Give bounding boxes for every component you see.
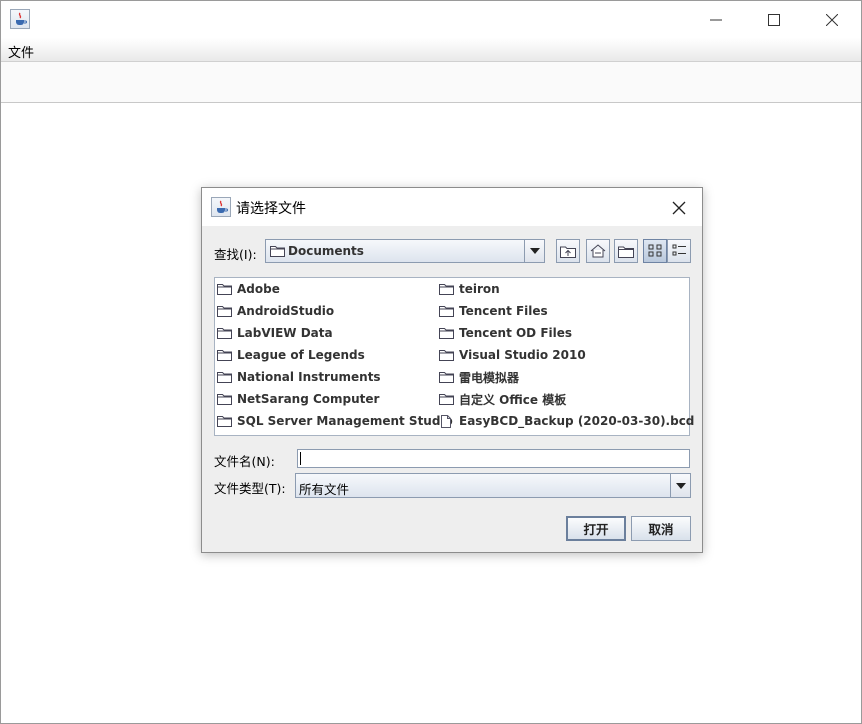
list-item[interactable]: AndroidStudio [217,302,334,320]
list-item[interactable]: SQL Server Management Studio [217,412,453,430]
new-folder-button[interactable] [614,239,638,263]
maximize-icon [768,13,780,26]
list-item[interactable]: Visual Studio 2010 [439,346,586,364]
list-item[interactable]: NetSarang Computer [217,390,379,408]
cancel-button[interactable]: 取消 [631,516,691,541]
list-item-label: Tencent OD Files [459,326,573,340]
folder-icon [439,305,454,317]
look-in-dropdown-button[interactable] [524,240,544,262]
folder-icon [439,283,454,295]
menu-file[interactable]: 文件 [8,42,34,61]
minimize-button[interactable] [687,1,745,38]
look-in-combo[interactable]: Documents [265,239,545,263]
toolbar-area [1,62,861,103]
list-item-label: SQL Server Management Studio [237,414,453,428]
list-item-label: AndroidStudio [237,304,335,318]
list-item-label: teiron [459,282,500,296]
list-item[interactable]: EasyBCD_Backup (2020-03-30).bcd [439,412,694,430]
list-item-label: NetSarang Computer [237,392,380,406]
list-item[interactable]: Tencent Files [439,302,548,320]
file-name-label: 文件名(N): [214,454,275,469]
chevron-down-icon [675,482,686,489]
dialog-close-button[interactable] [668,197,690,219]
close-icon [826,13,838,26]
list-item[interactable]: League of Legends [217,346,365,364]
file-type-label: 文件类型(T): [214,481,286,496]
home-button[interactable] [586,239,610,263]
list-item-label: Tencent Files [459,304,548,318]
up-one-level-button[interactable] [556,239,580,263]
list-item-label: Visual Studio 2010 [459,348,586,362]
new-folder-icon [618,246,634,258]
text-caret [300,452,301,465]
maximize-button[interactable] [745,1,803,38]
minimize-icon [710,19,722,20]
look-in-label: 查找(I): [214,247,257,262]
list-item-label: 雷电模拟器 [459,370,520,385]
folder-icon [217,283,232,295]
folder-icon [217,415,232,427]
file-type-value: 所有文件 [299,482,350,497]
file-list[interactable]: Adobe AndroidStudio LabVIEW Data League of … [214,277,694,436]
dialog-titlebar[interactable]: 请选择文件 [202,188,702,226]
list-item-label: EasyBCD_Backup (2020-03-30).bcd [459,414,695,428]
list-item[interactable]: teiron [439,280,500,298]
list-item[interactable]: National Instruments [217,368,381,386]
details-view-icon [672,244,686,256]
dialog-title: 请选择文件 [236,201,306,217]
list-item-label: LabVIEW Data [237,326,333,340]
chevron-down-icon [529,248,540,254]
folder-icon [270,246,285,257]
close-icon [672,201,686,215]
list-item-label: Adobe [237,282,280,296]
list-item[interactable]: 雷电模拟器 [439,368,519,386]
java-app-icon [211,197,231,217]
folder-icon [217,327,232,339]
file-name-input[interactable] [297,449,690,468]
folder-icon [217,349,232,361]
folder-icon [217,305,232,317]
details-view-button[interactable] [667,239,691,263]
list-item[interactable]: Adobe [217,280,280,298]
file-type-combo[interactable]: 所有文件 [295,473,691,498]
file-chooser-dialog: 请选择文件 查找(I): Documents Adobe AndroidStudi… [201,187,703,553]
list-view-button[interactable] [643,239,667,263]
open-button[interactable]: 打开 [566,516,626,541]
list-item-label: League of Legends [237,348,365,362]
close-button[interactable] [803,1,861,38]
list-item[interactable]: 自定义 Office 模板 [439,390,566,408]
folder-icon [439,393,454,405]
home-icon [590,244,606,258]
window-titlebar[interactable] [1,1,861,38]
file-type-dropdown-button[interactable] [670,474,690,497]
list-item[interactable]: LabVIEW Data [217,324,333,342]
menu-bar: 文件 [1,38,861,62]
list-item[interactable]: Tencent OD Files [439,324,572,342]
list-item-label: 自定义 Office 模板 [459,392,567,407]
list-item-label: National Instruments [237,370,381,384]
look-in-value: Documents [288,244,364,258]
folder-icon [217,393,232,405]
java-app-icon [10,9,30,29]
file-icon [441,414,451,428]
folder-icon [439,349,454,361]
folder-icon [439,327,454,339]
up-folder-icon [560,246,576,258]
folder-icon [217,371,232,383]
folder-icon [439,371,454,383]
list-view-icon [648,244,661,257]
